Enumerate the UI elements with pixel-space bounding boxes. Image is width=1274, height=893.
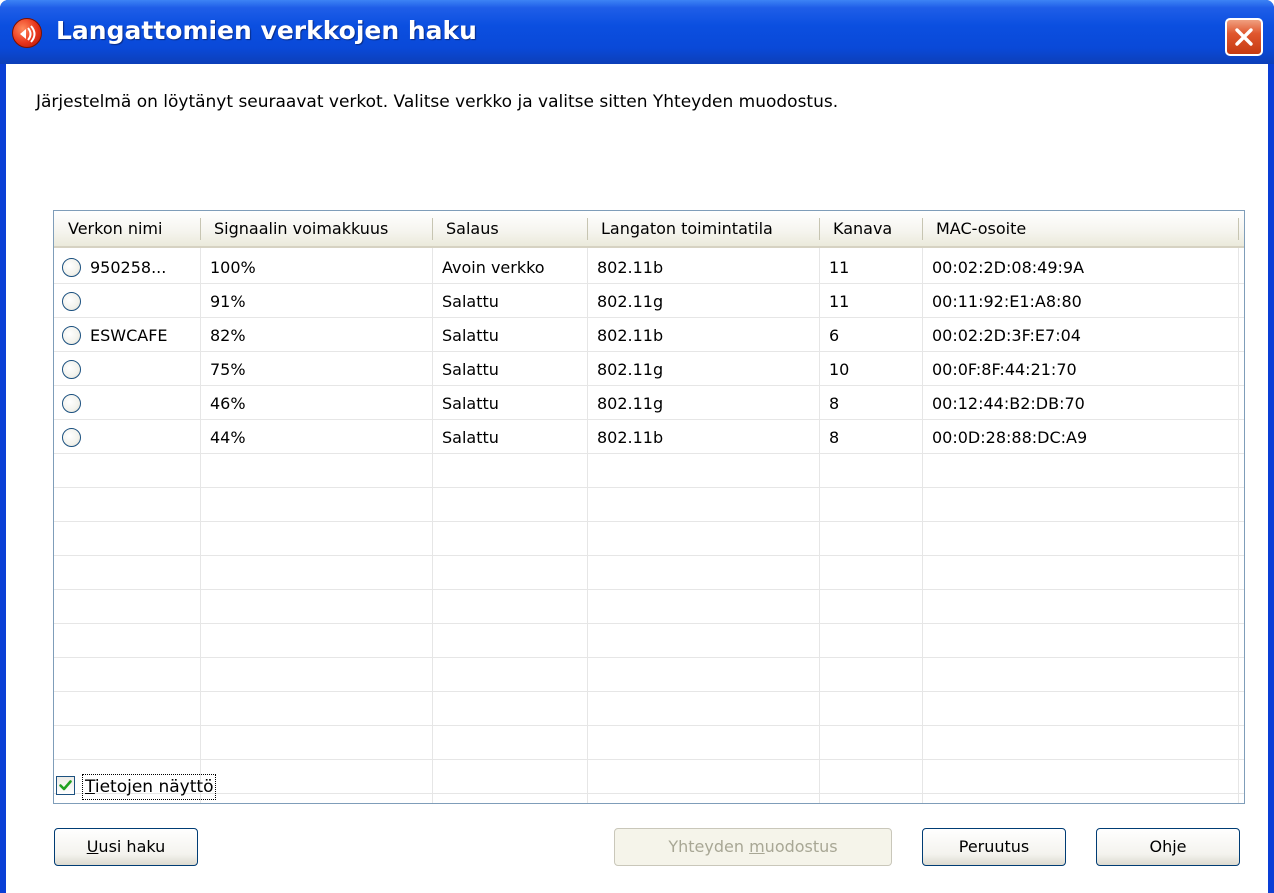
encryption: Salattu <box>442 326 499 345</box>
signal-strength: 100% <box>210 258 256 277</box>
title-bar[interactable]: Langattomien verkkojen haku <box>0 0 1274 64</box>
mac-address: 00:02:2D:3F:E7:04 <box>932 326 1081 345</box>
help-button[interactable]: Ohje <box>1096 828 1240 866</box>
wireless-mode: 802.11g <box>597 360 664 379</box>
network-radio[interactable] <box>62 360 81 379</box>
grid-line <box>54 793 1244 794</box>
table-row[interactable]: ESWCAFE 82% Salattu 802.11b 6 00:02:2D:3… <box>54 319 1244 353</box>
wireless-mode: 802.11b <box>597 428 664 447</box>
wireless-mode: 802.11b <box>597 258 664 277</box>
details-checkbox-label[interactable]: Tietojen näyttö <box>82 774 217 800</box>
grid-line <box>54 725 1244 726</box>
mac-address: 00:0F:8F:44:21:70 <box>932 360 1077 379</box>
mac-address: 00:02:2D:08:49:9A <box>932 258 1085 277</box>
network-name: ESWCAFE <box>90 326 168 345</box>
encryption: Avoin verkko <box>442 258 545 277</box>
column-header-network-name[interactable]: Verkon nimi <box>54 211 200 246</box>
details-checkbox-box[interactable] <box>56 776 75 795</box>
network-list[interactable]: Verkon nimi Signaalin voimakkuus Salaus … <box>53 210 1245 804</box>
table-row[interactable]: 950258... 100% Avoin verkko 802.11b 11 0… <box>54 251 1244 285</box>
mac-address: 00:0D:28:88:DC:A9 <box>932 428 1088 447</box>
network-radio[interactable] <box>62 292 81 311</box>
channel: 6 <box>829 326 840 345</box>
grid-line <box>54 623 1244 624</box>
channel: 11 <box>829 292 850 311</box>
grid-line <box>54 657 1244 658</box>
new-search-button[interactable]: Uusi haku <box>54 828 198 866</box>
signal-strength: 82% <box>210 326 246 345</box>
list-header: Verkon nimi Signaalin voimakkuus Salaus … <box>54 211 1244 248</box>
connect-button[interactable]: Yhteyden muodostus <box>614 828 892 866</box>
network-radio[interactable] <box>62 326 81 345</box>
column-header-wireless-mode[interactable]: Langaton toimintatila <box>587 211 819 246</box>
grid-line <box>54 487 1244 488</box>
column-divider[interactable] <box>1238 218 1239 240</box>
encryption: Salattu <box>442 428 499 447</box>
channel: 8 <box>829 394 840 413</box>
mac-address: 00:12:44:B2:DB:70 <box>932 394 1085 413</box>
signal-strength: 91% <box>210 292 246 311</box>
wireless-scan-icon <box>12 18 42 48</box>
network-name <box>82 353 90 387</box>
dialog-client-area: Järjestelmä on löytänyt seuraavat verkot… <box>6 64 1268 893</box>
column-header-channel[interactable]: Kanava <box>819 211 922 246</box>
table-row[interactable]: 46% Salattu 802.11g 8 00:12:44:B2:DB:70 <box>54 387 1244 421</box>
mnemonic-letter: U <box>86 837 99 856</box>
column-header-encryption[interactable]: Salaus <box>432 211 587 246</box>
wireless-mode: 802.11g <box>597 394 664 413</box>
encryption: Salattu <box>442 292 499 311</box>
table-row[interactable]: 44% Salattu 802.11b 8 00:0D:28:88:DC:A9 <box>54 421 1244 455</box>
network-radio[interactable] <box>62 258 81 277</box>
button-label: Yhteyden <box>668 837 750 856</box>
close-button[interactable] <box>1225 18 1263 56</box>
wireless-mode: 802.11b <box>597 326 664 345</box>
checkmark-icon <box>59 780 72 791</box>
channel: 10 <box>829 360 850 379</box>
channel: 8 <box>829 428 840 447</box>
network-name <box>82 285 90 319</box>
channel: 11 <box>829 258 850 277</box>
button-label: usi haku <box>98 837 166 856</box>
network-radio[interactable] <box>62 428 81 447</box>
wireless-mode: 802.11g <box>597 292 664 311</box>
window-title: Langattomien verkkojen haku <box>56 16 477 45</box>
grid-line <box>54 691 1244 692</box>
close-icon <box>1235 28 1253 46</box>
signal-strength: 44% <box>210 428 246 447</box>
network-name <box>82 387 90 421</box>
signal-strength: 46% <box>210 394 246 413</box>
table-row[interactable]: 91% Salattu 802.11g 11 00:11:92:E1:A8:80 <box>54 285 1244 319</box>
table-row[interactable]: 75% Salattu 802.11g 10 00:0F:8F:44:21:70 <box>54 353 1244 387</box>
mnemonic-letter: m <box>749 837 765 856</box>
label-text: ietojen näyttö <box>94 777 214 797</box>
encryption: Salattu <box>442 394 499 413</box>
signal-strength: 75% <box>210 360 246 379</box>
network-radio[interactable] <box>62 394 81 413</box>
grid-line <box>54 759 1244 760</box>
encryption: Salattu <box>442 360 499 379</box>
grid-line <box>54 589 1244 590</box>
instruction-text: Järjestelmä on löytänyt seuraavat verkot… <box>36 92 839 112</box>
mnemonic-letter: T <box>85 777 95 797</box>
cancel-button[interactable]: Peruutus <box>922 828 1066 866</box>
button-label: uodostus <box>764 837 838 856</box>
column-header-signal-strength[interactable]: Signaalin voimakkuus <box>200 211 432 246</box>
dialog-window: Langattomien verkkojen haku Järjestelmä … <box>0 0 1274 893</box>
grid-line <box>54 555 1244 556</box>
column-header-mac-address[interactable]: MAC-osoite <box>922 211 1238 246</box>
network-name <box>82 421 90 455</box>
network-name: 950258... <box>90 258 167 277</box>
mac-address: 00:11:92:E1:A8:80 <box>932 292 1082 311</box>
grid-line <box>54 521 1244 522</box>
